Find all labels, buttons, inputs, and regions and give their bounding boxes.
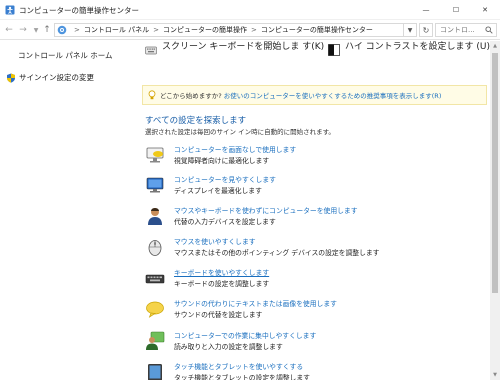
refresh-icon: ↻: [422, 25, 430, 35]
recommendations-banner: どこから始めますか? お使いのコンピューターを使いやすくするための推奨事項を表示…: [142, 85, 487, 105]
option-link[interactable]: キーボードを使いやすくします: [174, 267, 269, 277]
set-high-contrast-action[interactable]: ハイ コントラストを設定します (U): [328, 41, 490, 75]
window-title: コンピューターの簡単操作センター: [19, 6, 139, 15]
control-panel-home-link[interactable]: コントロール パネル ホーム: [18, 50, 113, 61]
up-button[interactable]: ↑: [41, 24, 53, 36]
title-bar: コンピューターの簡単操作センター — ☐ ✕: [0, 0, 500, 20]
recommendations-question: どこから始めますか?: [160, 92, 222, 100]
left-nav-pane: コントロール パネル ホーム サインイン設定の変更: [0, 41, 138, 380]
close-icon: ✕: [482, 6, 488, 14]
focus-users-icon: [146, 331, 165, 350]
option-link[interactable]: マウスを使いやすくします: [174, 236, 256, 246]
keyboard-icon: [145, 274, 165, 284]
option-description: 読み取りと入力の設定を調整します: [174, 343, 283, 351]
scroll-down-icon: ▼: [493, 372, 497, 378]
minimize-icon: —: [422, 6, 430, 14]
breadcrumb-control-panel[interactable]: コントロール パネル: [84, 25, 149, 35]
breadcrumb-ease-of-access-center[interactable]: コンピューターの簡単操作センター: [261, 25, 373, 35]
address-dropdown-button[interactable]: ▼: [404, 23, 417, 37]
forward-button[interactable]: →: [17, 24, 29, 36]
option-link[interactable]: コンピューターを見やすくします: [174, 174, 276, 184]
option-use-without-display: コンピューターを画面なしで使用します 視覚障碍者向けに最適化します: [145, 144, 490, 172]
onscreen-keyboard-icon: [145, 46, 157, 55]
option-make-easier-to-see: コンピューターを見やすくします ディスプレイを最適化します: [145, 174, 490, 202]
option-description: 視覚障碍者向けに最適化します: [174, 157, 270, 165]
minimize-button[interactable]: —: [412, 0, 440, 20]
option-link[interactable]: コンピューターを画面なしで使用します: [174, 144, 296, 154]
refresh-button[interactable]: ↻: [419, 23, 433, 37]
back-button[interactable]: ←: [3, 24, 15, 36]
vertical-scrollbar[interactable]: ▲ ▼: [490, 41, 500, 380]
main-content: スクリーン キーボードを開始しま す(K) ハイ コントラストを設定します (U…: [138, 41, 490, 380]
option-link[interactable]: マウスやキーボードを使わずにコンピューターを使用します: [174, 205, 358, 215]
address-row: ← → ▼ ↑ > コントロール パネル > コンピューターの簡単操作 > コン…: [0, 20, 500, 40]
scroll-up-button[interactable]: ▲: [490, 41, 500, 51]
maximize-button[interactable]: ☐: [442, 0, 470, 20]
scrollbar-thumb[interactable]: [492, 53, 498, 293]
display-optimize-icon: [146, 177, 164, 193]
high-contrast-icon: [328, 44, 340, 56]
chevron-down-icon: ▼: [33, 26, 39, 34]
option-link[interactable]: サウンドの代わりにテキストまたは画像を使用します: [174, 298, 337, 308]
address-bar[interactable]: > コントロール パネル > コンピューターの簡単操作 > コンピューターの簡単…: [54, 23, 404, 37]
search-placeholder: コントロ...: [440, 26, 475, 34]
option-link[interactable]: タッチ機能とタブレットを使いやすくする: [174, 361, 303, 371]
breadcrumb-separator: >: [153, 26, 159, 34]
search-icon: [485, 26, 493, 34]
scroll-up-icon: ▲: [493, 43, 497, 49]
option-description: 代替の入力デバイスを設定します: [174, 218, 276, 226]
option-use-without-mouse-or-keyboard: マウスやキーボードを使わずにコンピューターを使用します 代替の入力デバイスを設定…: [145, 205, 490, 233]
option-make-keyboard-easier: キーボードを使いやすくします キーボードの設定を調整します: [145, 267, 490, 295]
option-use-text-or-visuals: サウンドの代わりにテキストまたは画像を使用します サウンドの代替を設定します: [145, 298, 490, 326]
option-description: ディスプレイを最適化します: [174, 187, 262, 195]
option-make-mouse-easier: マウスを使いやすくします マウスまたはその他のポインティング デバイスの設定を調…: [145, 236, 490, 264]
speech-bubble-icon: [146, 301, 164, 318]
explore-settings-description: 選択された設定は毎回のサイン イン時に自動的に開始されます。: [145, 128, 335, 136]
touch-tablet-icon: [148, 364, 162, 380]
maximize-icon: ☐: [452, 6, 460, 14]
scroll-down-button[interactable]: ▼: [490, 370, 500, 380]
recommendations-link[interactable]: お使いのコンピューターを使いやすくするための推奨事項を表示します(R): [224, 90, 442, 100]
lightbulb-icon: [148, 90, 156, 100]
option-description: マウスまたはその他のポインティング デバイスの設定を調整します: [174, 249, 380, 257]
chevron-down-icon: ▼: [407, 26, 413, 34]
option-description: タッチ機能とタブレットの設定を調整します: [174, 374, 310, 380]
screenless-monitor-icon: [146, 147, 164, 163]
user-alternative-input-icon: [148, 208, 162, 225]
shield-icon: [7, 73, 15, 83]
option-easier-to-focus: コンピューターでの作業に集中しやすくします 読み取りと入力の設定を調整します: [145, 330, 490, 358]
breadcrumb-separator: >: [74, 26, 80, 34]
breadcrumb-ease-of-access[interactable]: コンピューターの簡単操作: [163, 25, 247, 35]
breadcrumb-separator: >: [250, 26, 257, 34]
control-panel-icon: [57, 25, 67, 35]
option-touch-and-tablet: タッチ機能とタブレットを使いやすくする タッチ機能とタブレットの設定を調整します: [145, 361, 490, 380]
arrow-up-icon: ↑: [43, 25, 51, 35]
start-onscreen-keyboard-action[interactable]: スクリーン キーボードを開始しま す(K): [145, 41, 325, 75]
change-signin-settings-link[interactable]: サインイン設定の変更: [6, 72, 94, 83]
close-button[interactable]: ✕: [471, 0, 499, 20]
explore-settings-heading: すべての設定を探索します: [145, 116, 247, 126]
set-high-contrast-label: ハイ コントラストを設定します (U): [345, 42, 490, 52]
option-link[interactable]: コンピューターでの作業に集中しやすくします: [174, 330, 316, 340]
signin-label: サインイン設定の変更: [19, 73, 94, 82]
ease-of-access-icon: [5, 5, 15, 15]
search-input[interactable]: コントロ...: [435, 23, 497, 37]
start-onscreen-keyboard-label: スクリーン キーボードを開始しま す(K): [162, 42, 325, 52]
arrow-right-icon: →: [19, 25, 27, 35]
option-description: キーボードの設定を調整します: [174, 280, 270, 288]
option-description: サウンドの代替を設定します: [174, 311, 263, 319]
arrow-left-icon: ←: [5, 25, 13, 35]
mouse-icon: [148, 240, 162, 256]
